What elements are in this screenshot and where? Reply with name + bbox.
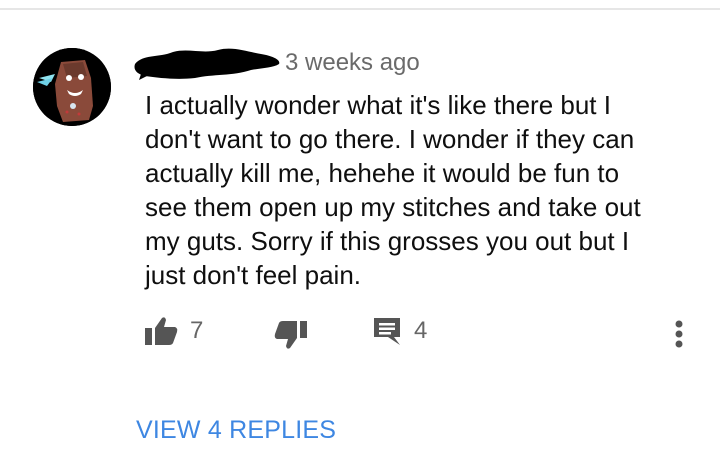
reply-button[interactable]: 4 (372, 314, 427, 348)
author-name-redacted (133, 38, 283, 82)
more-vert-icon (674, 320, 684, 350)
dislike-button[interactable] (274, 318, 308, 352)
comment-icon (372, 316, 402, 346)
avatar[interactable] (33, 48, 111, 126)
comment-actions: 7 4 (0, 312, 720, 352)
avatar-image (33, 48, 111, 126)
comment-timestamp: 3 weeks ago (285, 49, 420, 76)
thumbs-up-icon (144, 316, 178, 346)
comment-body: I actually wonder what it's like there b… (145, 90, 641, 290)
thumbs-down-icon (274, 320, 308, 350)
view-replies-link[interactable]: VIEW 4 REPLIES (136, 415, 336, 445)
comment-screen: 3 weeks ago I actually wonder what it's … (0, 0, 720, 471)
like-button[interactable]: 7 (144, 314, 203, 348)
divider (0, 8, 720, 10)
reply-count: 4 (414, 317, 428, 344)
more-options-button[interactable] (674, 318, 684, 352)
like-count: 7 (190, 317, 204, 344)
